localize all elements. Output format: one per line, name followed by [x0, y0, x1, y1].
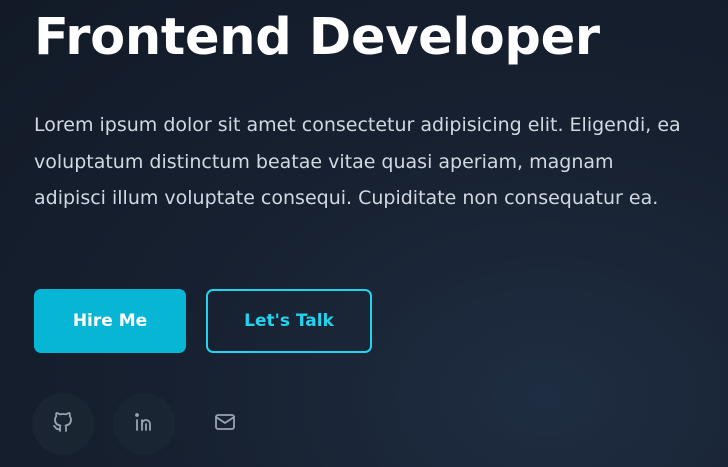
lets-talk-button[interactable]: Let's Talk	[206, 289, 372, 353]
mail-link[interactable]	[194, 393, 256, 455]
linkedin-icon	[132, 410, 156, 438]
hero-title: Frontend Developer	[34, 8, 600, 67]
mail-icon	[213, 410, 237, 438]
linkedin-link[interactable]	[113, 393, 175, 455]
hire-me-button[interactable]: Hire Me	[34, 289, 186, 353]
hero-description: Lorem ipsum dolor sit amet consectetur a…	[34, 114, 681, 209]
github-icon	[51, 410, 75, 438]
github-link[interactable]	[32, 393, 94, 455]
